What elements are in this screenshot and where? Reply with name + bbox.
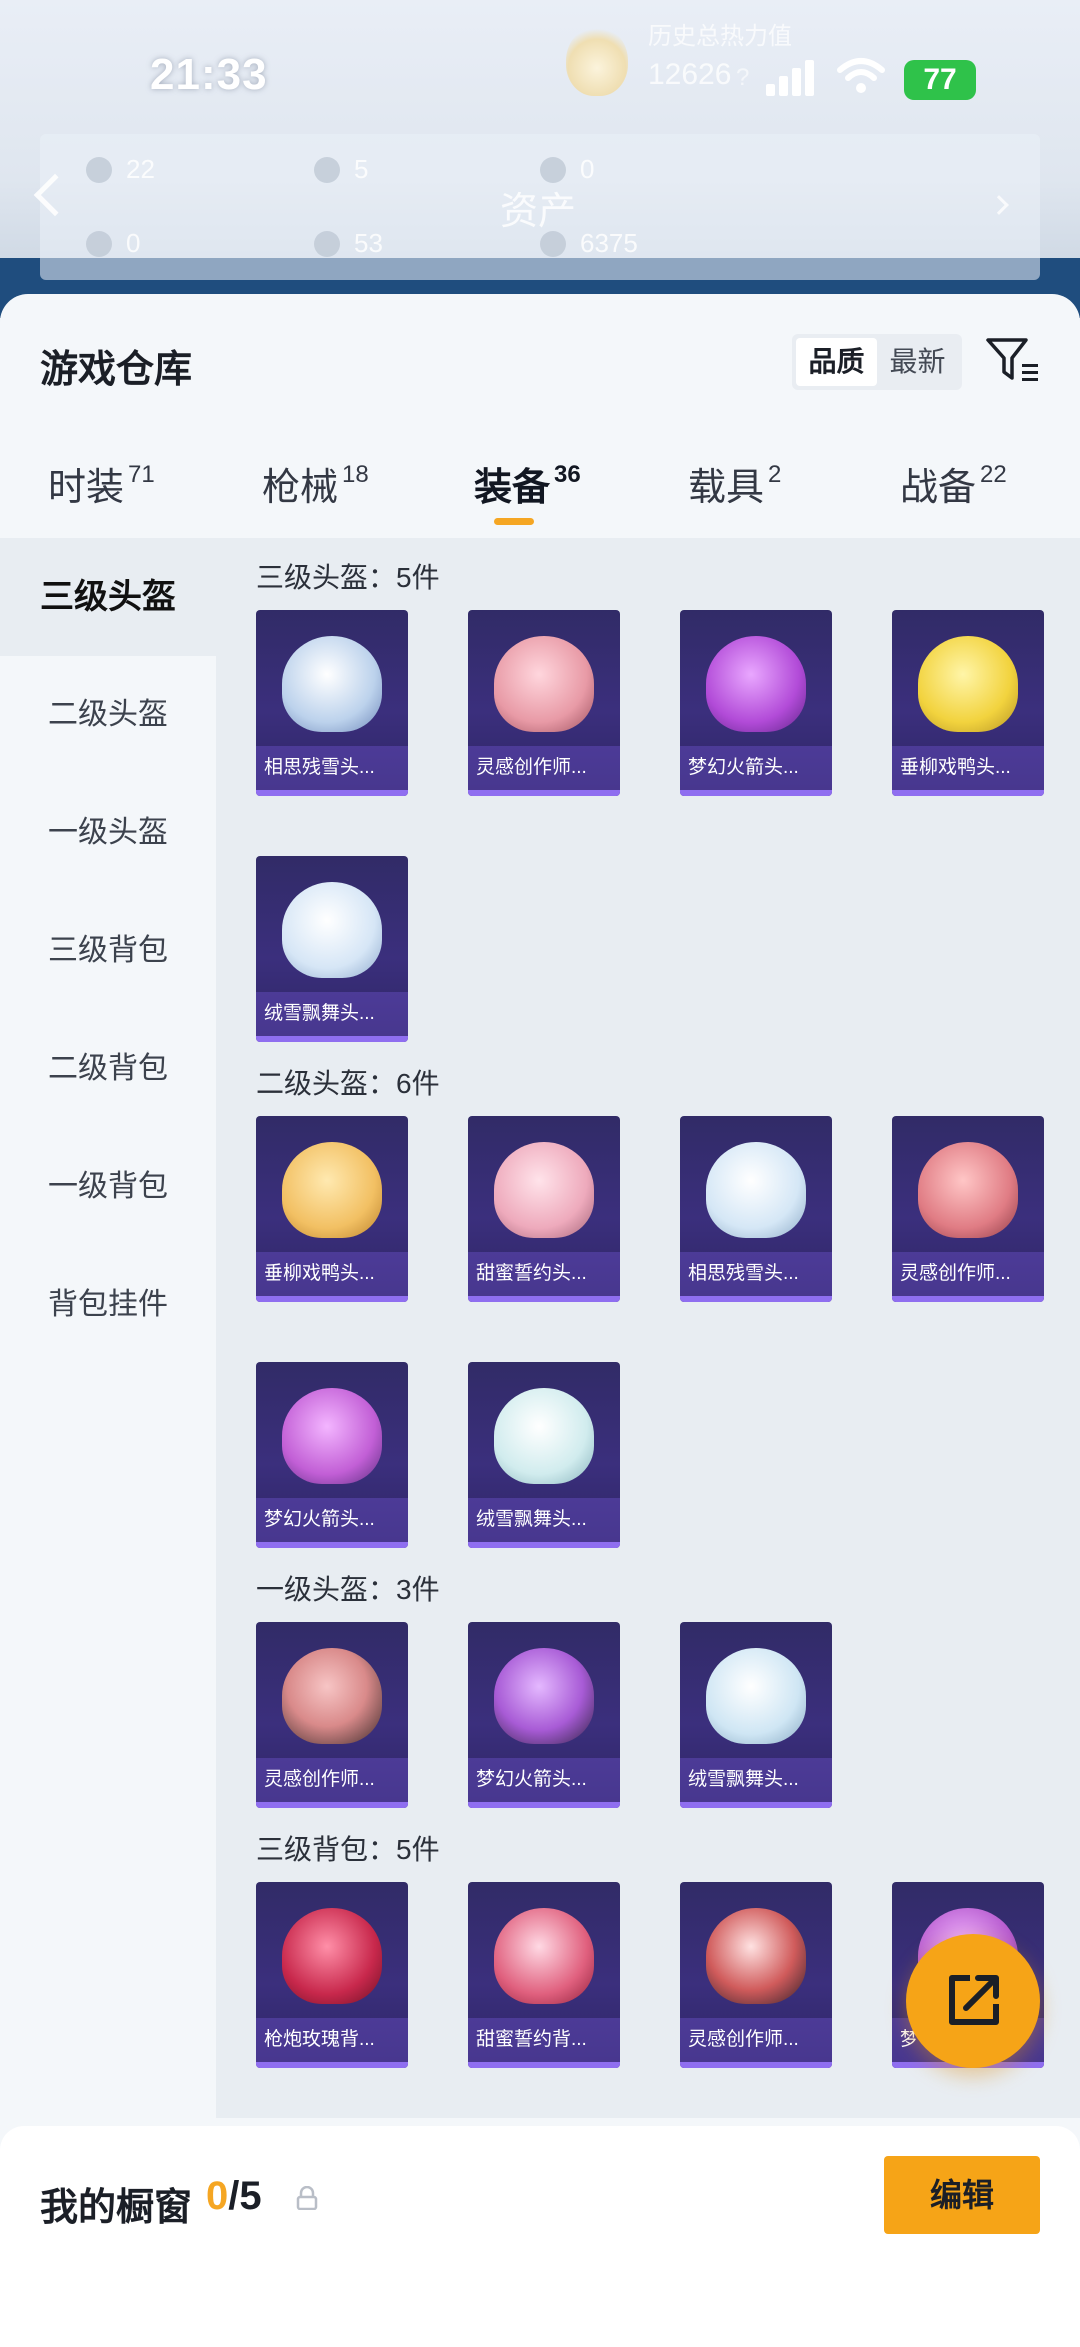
tab-fashion[interactable]: 时装 71	[48, 456, 155, 511]
flame-icon	[566, 26, 628, 96]
side-item-level1-helmet[interactable]: 一级头盔	[0, 774, 216, 892]
item-card[interactable]: 垂柳戏鸭头...	[892, 610, 1044, 796]
sort-newest[interactable]: 最新	[877, 338, 958, 386]
edit-button[interactable]: 编辑	[884, 2156, 1040, 2234]
asset-item: 22	[86, 154, 155, 185]
tab-supplies[interactable]: 战备 22	[900, 456, 1007, 511]
coin-icon	[314, 156, 340, 183]
side-item-level2-helmet[interactable]: 二级头盔	[0, 656, 216, 774]
asset-item: 6375	[540, 228, 638, 259]
category-tabs: 时装 71 枪械 18 装备 36 载具 2 战备 22	[0, 444, 1080, 534]
item-card[interactable]: 梦幻火箭头...	[680, 610, 832, 796]
side-category-list: 三级头盔 二级头盔 一级头盔 三级背包 二级背包 一级背包 背包挂件	[0, 538, 216, 2118]
coin-icon	[86, 230, 112, 257]
helmet-icon	[282, 636, 382, 732]
backpack-icon	[282, 1908, 382, 2004]
group-title: 三级背包：5件	[256, 1834, 440, 1865]
item-card[interactable]: 甜蜜誓约背...	[468, 1882, 620, 2068]
heat-label: 历史总热力值	[648, 23, 792, 50]
item-card[interactable]: 相思残雪头...	[256, 610, 408, 796]
tab-vehicles[interactable]: 载具 2	[688, 456, 781, 511]
side-item-level3-helmet[interactable]: 三级头盔	[0, 538, 216, 656]
item-card[interactable]: 绒雪飘舞头...	[468, 1362, 620, 1548]
sort-toggle[interactable]: 品质 最新	[792, 334, 962, 390]
status-time: 21:33	[150, 50, 268, 99]
sort-quality[interactable]: 品质	[796, 338, 877, 386]
coin-icon	[314, 230, 340, 257]
page-title: 游戏仓库	[40, 349, 193, 391]
item-card[interactable]: 绒雪飘舞头...	[680, 1622, 832, 1808]
item-card[interactable]: 梦幻火箭头...	[256, 1362, 408, 1548]
item-grid: 三级头盔：5件 相思残雪头... 灵感创作师... 梦幻火箭头... 垂柳戏鸭头…	[216, 538, 1080, 2118]
helmet-icon	[282, 1648, 382, 1744]
helmet-icon	[706, 1648, 806, 1744]
backpack-icon	[706, 1908, 806, 2004]
helmet-icon	[706, 1142, 806, 1238]
item-card[interactable]: 枪炮玫瑰背...	[256, 1882, 408, 2068]
item-card[interactable]: 相思残雪头...	[680, 1116, 832, 1302]
helmet-icon	[282, 882, 382, 978]
helmet-icon	[494, 1648, 594, 1744]
signal-icon	[766, 60, 814, 96]
item-card[interactable]: 灵感创作师...	[468, 610, 620, 796]
item-card[interactable]: 灵感创作师...	[256, 1622, 408, 1808]
showcase-title: 我的橱窗	[40, 2187, 193, 2229]
group-title: 二级头盔：6件	[256, 1068, 440, 1099]
tab-guns[interactable]: 枪械 18	[262, 456, 369, 511]
lock-icon	[296, 2186, 318, 2210]
showcase-count: 0/5	[206, 2174, 262, 2218]
coin-icon	[86, 156, 112, 183]
item-card[interactable]: 灵感创作师...	[892, 1116, 1044, 1302]
showcase-bar: 我的橱窗 0/5 编辑	[0, 2126, 1080, 2347]
tab-equipment[interactable]: 装备 36	[474, 456, 581, 511]
asset-item: 5	[314, 154, 368, 185]
asset-item: 53	[314, 228, 383, 259]
wifi-icon	[837, 58, 885, 93]
helmet-icon	[918, 636, 1018, 732]
share-button[interactable]	[906, 1934, 1040, 2068]
item-card[interactable]: 梦幻火箭头...	[468, 1622, 620, 1808]
heat-value: 12626	[648, 58, 732, 91]
filter-icon[interactable]	[984, 334, 1040, 386]
asset-item: 0	[86, 228, 140, 259]
coin-icon	[540, 156, 566, 183]
side-item-level1-backpack[interactable]: 一级背包	[0, 1128, 216, 1246]
item-card[interactable]: 绒雪飘舞头...	[256, 856, 408, 1042]
item-card[interactable]: 甜蜜誓约头...	[468, 1116, 620, 1302]
helmet-icon	[494, 1142, 594, 1238]
external-link-icon	[949, 1975, 999, 2025]
assets-title: 资产	[500, 191, 577, 233]
backpack-icon	[494, 1908, 594, 2004]
helmet-icon	[918, 1142, 1018, 1238]
side-item-level3-backpack[interactable]: 三级背包	[0, 892, 216, 1010]
side-item-level2-backpack[interactable]: 二级背包	[0, 1010, 216, 1128]
helmet-icon	[494, 1388, 594, 1484]
group-title: 三级头盔：5件	[256, 562, 440, 593]
helmet-icon	[282, 1142, 382, 1238]
item-card[interactable]: 灵感创作师...	[680, 1882, 832, 2068]
group-title: 一级头盔：3件	[256, 1574, 440, 1605]
helmet-icon	[494, 636, 594, 732]
helmet-icon	[706, 636, 806, 732]
help-icon[interactable]: ?	[736, 64, 749, 92]
helmet-icon	[282, 1388, 382, 1484]
coin-icon	[540, 230, 566, 257]
item-card[interactable]: 垂柳戏鸭头...	[256, 1116, 408, 1302]
active-tab-indicator	[494, 518, 534, 525]
side-item-backpack-charm[interactable]: 背包挂件	[0, 1246, 216, 1364]
battery-indicator: 77	[904, 60, 976, 100]
asset-item: 0	[540, 154, 594, 185]
